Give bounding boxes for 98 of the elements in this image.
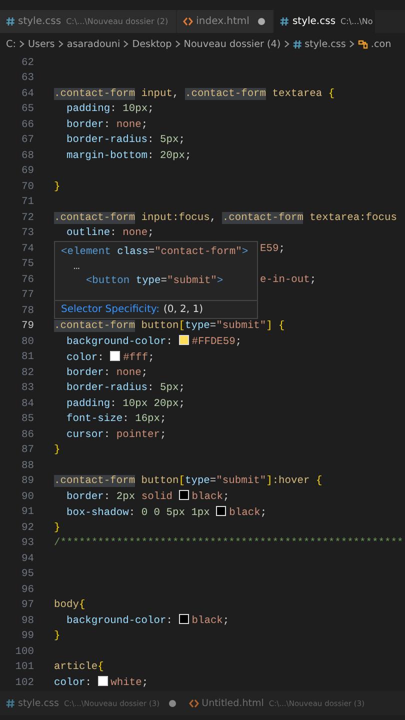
code-line: background-color: #FFDE59; (65, 335, 242, 348)
line-number: 77 (20, 289, 34, 302)
line-number: 67 (20, 134, 34, 146)
line-number: 64 (20, 88, 34, 100)
code-line: } (53, 630, 60, 642)
line-number: 66 (20, 118, 34, 131)
line-number: 65 (20, 103, 34, 116)
line-number: 88 (20, 460, 34, 472)
line-number: 90 (20, 490, 34, 503)
code-line: border: none; (65, 118, 148, 131)
code-line: .contact-form button[type="submit"]:hover { (53, 475, 322, 488)
line-number: 94 (20, 552, 34, 565)
editor-tab[interactable]: style.css C:\...\Nouveau dossier (2) (0, 10, 178, 33)
chevron-icon (123, 40, 130, 48)
code-brackets-icon (188, 698, 199, 708)
code-line: border: 2px solid black; (65, 490, 230, 504)
breadcrumb-item[interactable]: Users (28, 38, 55, 50)
line-number: 89 (20, 475, 34, 488)
line-number: 63 (20, 72, 34, 84)
code-line: article{ (53, 661, 104, 674)
line-number: 100 (14, 646, 34, 658)
line-number: 84 (20, 398, 34, 410)
code-line: padding: 10px 20px; (65, 398, 185, 410)
specificity-label: Selector Specificity: (61, 304, 160, 315)
hash-icon (280, 17, 290, 26)
line-number: 79 (20, 320, 34, 332)
code-line: margin-bottom: 20px; (65, 150, 192, 162)
line-number: 74 (20, 242, 34, 255)
line-number: 80 (20, 336, 34, 348)
line-number: 76 (20, 274, 34, 286)
code-line: font-size: 16px; (65, 413, 166, 426)
hash-icon (6, 698, 15, 708)
line-number: 102 (14, 676, 34, 689)
code-line: <button type="submit"> (84, 274, 224, 288)
code-line: padding: 10px; (65, 103, 154, 116)
line-number: 93 (20, 537, 34, 550)
line-number: 72 (20, 212, 34, 224)
chevron-icon (18, 40, 25, 48)
code-line: … (72, 260, 81, 274)
code-line: border-radius: 5px; (65, 382, 185, 394)
line-number: 69 (20, 165, 34, 178)
line-number: 71 (20, 196, 34, 208)
chevron-icon (348, 40, 355, 48)
code-line: color: white; (53, 676, 148, 690)
line-number: 98 (20, 614, 34, 627)
line-number: 95 (20, 568, 34, 580)
line-number: 70 (20, 180, 34, 193)
code-line: border-radius: 5px; (65, 134, 185, 146)
specificity-value: (0, 2, 1) (163, 304, 204, 315)
symbol-class-icon (358, 39, 368, 49)
chevron-icon (284, 40, 290, 48)
code-line: /******************************************************* (53, 537, 404, 550)
hash-icon (292, 40, 302, 48)
chevron-icon (174, 40, 181, 48)
line-number: 68 (20, 150, 34, 162)
code-line: } (53, 522, 60, 534)
code-line: E59; (260, 242, 285, 255)
hash-icon (6, 17, 15, 26)
line-number: 83 (20, 382, 34, 394)
line-number: 92 (20, 522, 34, 534)
code-line: <element class="contact-form"> (61, 245, 250, 260)
code-line: e-in-out; (260, 274, 316, 286)
line-number: 99 (20, 630, 34, 642)
code-line: outline: none; (65, 227, 154, 240)
editor-tab[interactable]: index.html (177, 10, 274, 33)
line-number: 62 (20, 56, 34, 69)
code-line: } (53, 180, 60, 193)
code-brackets-icon (183, 17, 194, 26)
code-line: body{ (53, 599, 86, 612)
line-number: 81 (20, 351, 34, 364)
breadcrumb-item[interactable]: style.css (304, 38, 346, 50)
line-number: 82 (20, 366, 34, 379)
breadcrumb-item[interactable]: Nouveau dossier (4) (184, 38, 281, 50)
line-number: 75 (20, 258, 34, 270)
line-number: 96 (20, 584, 34, 596)
line-number: 86 (20, 428, 34, 441)
code-line: .contact-form button[type="submit"] { (53, 320, 285, 332)
code-line: cursor: pointer; (65, 428, 166, 441)
line-number: 78 (20, 304, 34, 317)
breadcrumb-item[interactable]: Desktop (132, 38, 172, 50)
code-line: background-color: black; (65, 614, 230, 628)
breadcrumb-item[interactable]: C: (6, 38, 16, 50)
line-number: 85 (20, 413, 34, 426)
line-number: 87 (20, 444, 34, 456)
breadcrumb-item[interactable]: .con (370, 38, 392, 50)
line-number: 91 (20, 506, 34, 518)
line-number: 101 (14, 661, 34, 674)
chevron-icon (58, 40, 64, 48)
line-number: 73 (20, 227, 34, 240)
code-line: border: none; (65, 366, 148, 379)
code-line: .contact-form input, .contact-form textarea { (53, 88, 335, 100)
editor-tab[interactable]: style.css C:\...\No (274, 10, 376, 33)
code-line: } (53, 444, 60, 456)
code-line: box-shadow: 0 0 5px 1px black; (65, 506, 267, 519)
breadcrumb-item[interactable]: asaradouni (66, 38, 120, 50)
code-line: .contact-form input:focus, .contact-form textarea:focus (53, 212, 397, 224)
code-line: color: #fff; (65, 350, 154, 364)
line-number: 97 (20, 599, 34, 612)
